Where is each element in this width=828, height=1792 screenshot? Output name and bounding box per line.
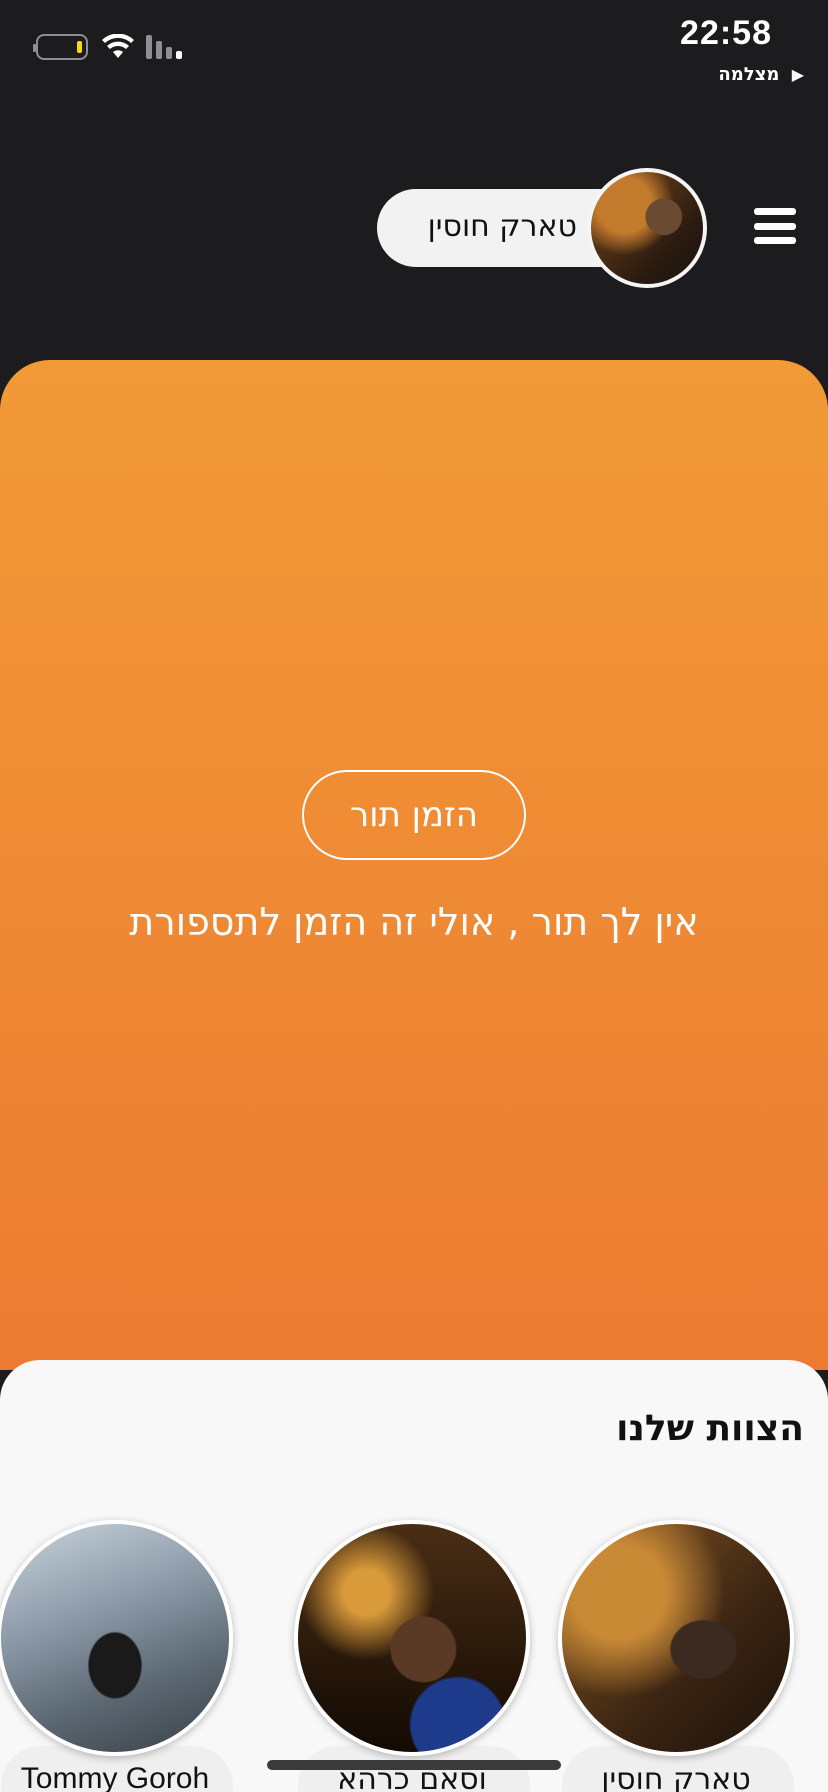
- member-name: טארק חוסין: [601, 1762, 751, 1792]
- member-photo: [0, 1520, 233, 1756]
- hamburger-menu-icon[interactable]: [754, 208, 796, 244]
- back-arrow-icon: ▶: [791, 65, 804, 84]
- battery-icon: [33, 34, 88, 60]
- team-member-card[interactable]: וסאם כרהא: [294, 1520, 534, 1792]
- team-member-card[interactable]: Tommy Goroh: [0, 1520, 237, 1792]
- back-app-label: מצלמה: [718, 64, 780, 85]
- back-to-app-link[interactable]: מצלמה ▶: [718, 64, 804, 85]
- team-member-card[interactable]: טארק חוסין: [558, 1520, 798, 1792]
- no-appointment-message: אין לך תור , אולי זה הזמן לתספורת: [129, 900, 699, 944]
- book-appointment-button[interactable]: הזמן תור: [302, 770, 526, 860]
- appointment-hero: הזמן תור אין לך תור , אולי זה הזמן לתספו…: [0, 360, 828, 1370]
- status-icons: [33, 34, 182, 60]
- team-section-title: הצוות שלנו: [616, 1408, 804, 1449]
- home-indicator[interactable]: [267, 1760, 561, 1770]
- user-avatar[interactable]: [587, 168, 707, 288]
- status-bar: 22:58 מצלמה ▶: [0, 0, 828, 100]
- user-name: טארק חוסין: [427, 209, 577, 244]
- status-time: 22:58: [680, 14, 772, 52]
- team-section: הצוות שלנו טארק חוסין וסאם כרהא Tommy Go…: [0, 1360, 828, 1792]
- member-photo: [294, 1520, 530, 1756]
- member-name: Tommy Goroh: [20, 1762, 210, 1792]
- member-photo: [558, 1520, 794, 1756]
- wifi-icon: [102, 34, 134, 58]
- cellular-signal-icon: [146, 35, 182, 59]
